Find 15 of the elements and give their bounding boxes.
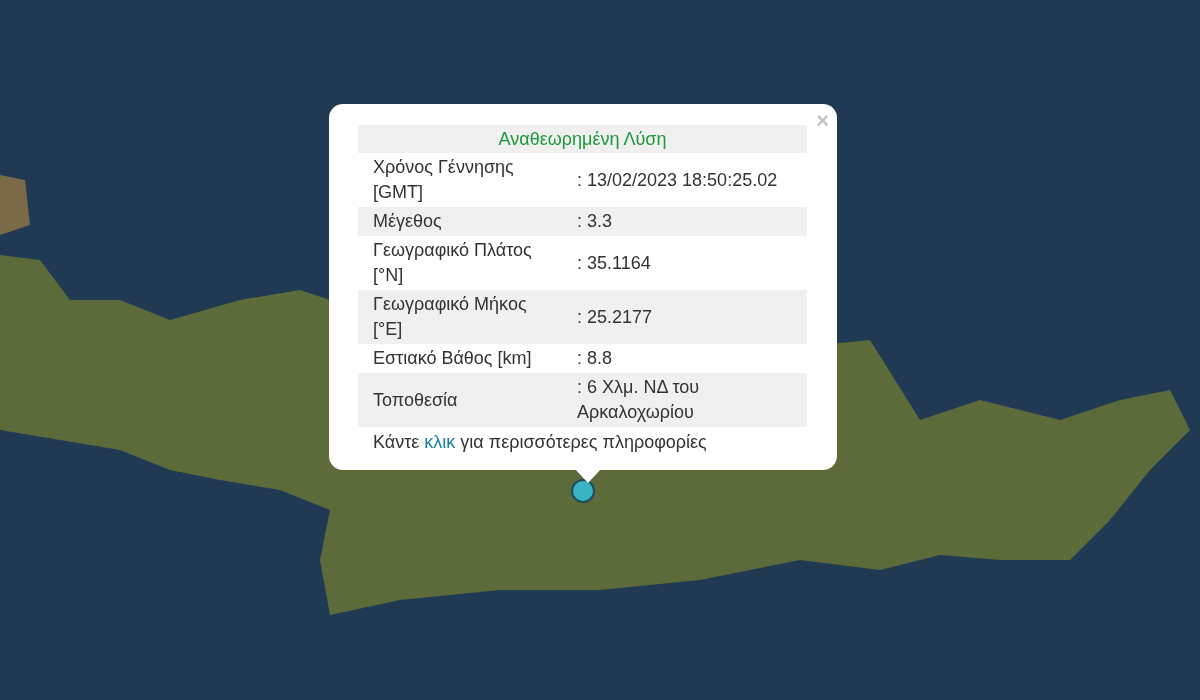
popup-title: Αναθεωρημένη Λύση — [358, 125, 807, 153]
field-label: Εστιακό Βάθος [km] — [372, 347, 533, 370]
field-label: Τοποθεσία — [372, 388, 459, 412]
field-value: : 6 Χλμ. ΝΔ του Αρκαλοχωρίου — [576, 376, 701, 424]
field-value: : 3.3 — [576, 210, 614, 233]
field-value: : 35.1164 — [576, 251, 652, 275]
field-value: : 13/02/2023 18:50:25.02 — [576, 168, 779, 192]
field-label: Μέγεθος — [372, 210, 443, 233]
field-label: Χρόνος Γέννησης [GMT] — [372, 156, 515, 204]
more-info-link[interactable]: κλικ — [424, 432, 456, 452]
field-label: Γεωγραφικό Πλάτος [°N] — [372, 239, 533, 287]
field-label: Γεωγραφικό Μήκος [°E] — [372, 293, 528, 341]
field-value: : 25.2177 — [576, 305, 654, 329]
more-info-text: Κάντε κλικ για περισσότερες πληροφορίες — [372, 431, 708, 454]
field-value: : 8.8 — [576, 347, 614, 370]
